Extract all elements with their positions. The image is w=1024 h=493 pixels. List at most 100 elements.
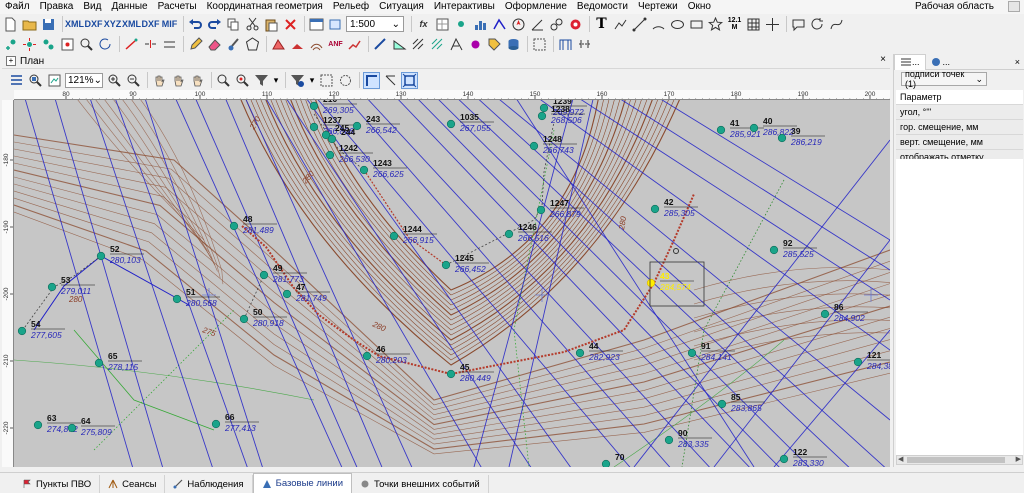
offset-line-icon[interactable] bbox=[161, 36, 178, 53]
menu-file[interactable]: Файл bbox=[0, 0, 35, 14]
rectangle-icon[interactable] bbox=[688, 16, 705, 33]
export-xml-icon[interactable]: XML bbox=[122, 16, 141, 33]
dimension-icon[interactable]: 12.1 M bbox=[726, 16, 743, 33]
section-icon[interactable] bbox=[576, 36, 593, 53]
scrollbar-thumb[interactable] bbox=[907, 457, 1005, 463]
surface-icon[interactable] bbox=[289, 36, 306, 53]
grid-icon[interactable] bbox=[745, 16, 762, 33]
rotate-icon[interactable] bbox=[809, 16, 826, 33]
properties-icon[interactable] bbox=[308, 16, 325, 33]
snap-icon[interactable] bbox=[382, 72, 399, 89]
survey-point-marker[interactable] bbox=[446, 119, 456, 129]
tab-external-events[interactable]: Точки внешних событий bbox=[352, 475, 489, 493]
frame-icon[interactable] bbox=[531, 36, 548, 53]
cut-icon[interactable] bbox=[244, 16, 261, 33]
survey-point-marker[interactable] bbox=[47, 282, 57, 292]
move-point-icon[interactable] bbox=[21, 36, 38, 53]
menu-window[interactable]: Окно bbox=[683, 0, 716, 14]
callout-icon[interactable] bbox=[790, 16, 807, 33]
label-style-select[interactable]: подписи точек (1) ⌄ bbox=[901, 69, 987, 89]
menu-drawings[interactable]: Чертежи bbox=[633, 0, 683, 14]
calc-point-icon[interactable] bbox=[453, 16, 470, 33]
select-area-icon[interactable] bbox=[318, 72, 335, 89]
break-line-icon[interactable] bbox=[346, 36, 363, 53]
zoom-in-icon[interactable] bbox=[106, 72, 123, 89]
measure-icon[interactable] bbox=[372, 36, 389, 53]
tab-baselines[interactable]: Базовые линии bbox=[252, 473, 353, 493]
hatch-slope-icon[interactable] bbox=[448, 36, 465, 53]
chart-icon[interactable] bbox=[472, 16, 489, 33]
new-document-icon[interactable] bbox=[2, 16, 19, 33]
survey-point-marker[interactable] bbox=[716, 125, 726, 135]
brush-icon[interactable] bbox=[225, 36, 242, 53]
eraser-icon[interactable] bbox=[206, 36, 223, 53]
filter-select-icon[interactable] bbox=[289, 72, 306, 89]
calc-grid-icon[interactable] bbox=[434, 16, 451, 33]
survey-point-marker[interactable] bbox=[359, 165, 369, 175]
survey-point-marker[interactable] bbox=[282, 289, 292, 299]
menu-reports[interactable]: Ведомости bbox=[572, 0, 633, 14]
edit-line-icon[interactable] bbox=[123, 36, 140, 53]
pan-hand-2-icon[interactable] bbox=[170, 72, 187, 89]
angle-icon[interactable] bbox=[529, 16, 546, 33]
menu-view[interactable]: Вид bbox=[78, 0, 106, 14]
chevron-down-icon[interactable]: ▾ bbox=[308, 72, 316, 89]
survey-point-marker[interactable] bbox=[446, 369, 456, 379]
ellipse-icon[interactable] bbox=[669, 16, 686, 33]
survey-point-marker[interactable] bbox=[575, 348, 585, 358]
paste-icon[interactable] bbox=[263, 16, 280, 33]
bezier-icon[interactable] bbox=[828, 16, 845, 33]
anf-icon[interactable]: ANF bbox=[327, 36, 344, 53]
menu-edit[interactable]: Правка bbox=[35, 0, 79, 14]
survey-point-marker[interactable] bbox=[309, 101, 319, 111]
survey-point-marker[interactable] bbox=[259, 270, 269, 280]
zoom-select[interactable]: 121% ⌄ bbox=[65, 72, 103, 88]
survey-point-marker[interactable] bbox=[229, 221, 239, 231]
search-point-icon[interactable] bbox=[78, 36, 95, 53]
survey-point-marker[interactable] bbox=[389, 231, 399, 241]
survey-point-marker[interactable] bbox=[779, 454, 789, 464]
export-mif-icon[interactable]: MIF bbox=[161, 16, 178, 33]
star-icon[interactable] bbox=[707, 16, 724, 33]
pan-hand-icon[interactable] bbox=[151, 72, 168, 89]
fill-icon[interactable] bbox=[467, 36, 484, 53]
pan-hand-3-icon[interactable] bbox=[189, 72, 206, 89]
slope-icon[interactable] bbox=[391, 36, 408, 53]
workspace-icon[interactable] bbox=[1008, 1, 1020, 12]
profile-icon[interactable] bbox=[557, 36, 574, 53]
survey-point-marker[interactable] bbox=[820, 309, 830, 319]
scroll-right-icon[interactable]: ▶ bbox=[1016, 455, 1021, 463]
import-dxf-icon[interactable]: DXF bbox=[85, 16, 103, 33]
color-icon[interactable] bbox=[567, 16, 584, 33]
survey-point-marker[interactable] bbox=[441, 260, 451, 270]
survey-point-marker[interactable] bbox=[536, 205, 546, 215]
undo-icon[interactable] bbox=[187, 16, 204, 33]
database-icon[interactable] bbox=[505, 36, 522, 53]
fit-view-icon[interactable] bbox=[401, 71, 418, 89]
survey-point-marker[interactable] bbox=[239, 314, 249, 324]
polyline-icon[interactable] bbox=[612, 16, 629, 33]
survey-point-marker[interactable] bbox=[749, 123, 759, 133]
survey-point-marker[interactable] bbox=[601, 459, 611, 467]
menu-coordinate-geometry[interactable]: Координатная геометрия bbox=[202, 0, 328, 14]
compass-icon[interactable] bbox=[510, 16, 527, 33]
survey-point-marker[interactable] bbox=[211, 419, 221, 429]
survey-point-marker[interactable] bbox=[309, 122, 319, 132]
close-icon[interactable]: × bbox=[880, 54, 886, 65]
tab-sessions[interactable]: Сеансы bbox=[100, 475, 166, 493]
scale-select[interactable]: 1:500 ⌄ bbox=[346, 16, 404, 32]
survey-point-marker[interactable] bbox=[777, 133, 787, 143]
survey-point-marker[interactable] bbox=[17, 326, 27, 336]
survey-point-marker[interactable] bbox=[687, 348, 697, 358]
save-view-icon[interactable] bbox=[46, 72, 63, 89]
crosshair-icon[interactable] bbox=[764, 16, 781, 33]
open-folder-icon[interactable] bbox=[21, 16, 38, 33]
import-xyz-icon[interactable]: XYZ bbox=[104, 16, 122, 33]
traverse-icon[interactable] bbox=[491, 16, 508, 33]
plan-canvas[interactable]: 270280275280280280 210269,3051237266,836… bbox=[14, 100, 890, 467]
menu-relief[interactable]: Рельеф bbox=[328, 0, 374, 14]
table-row[interactable]: угол, °'" bbox=[896, 105, 1023, 120]
tab-properties[interactable]: ... bbox=[894, 53, 926, 70]
menu-design[interactable]: Оформление bbox=[500, 0, 572, 14]
triangulation-icon[interactable] bbox=[270, 36, 287, 53]
